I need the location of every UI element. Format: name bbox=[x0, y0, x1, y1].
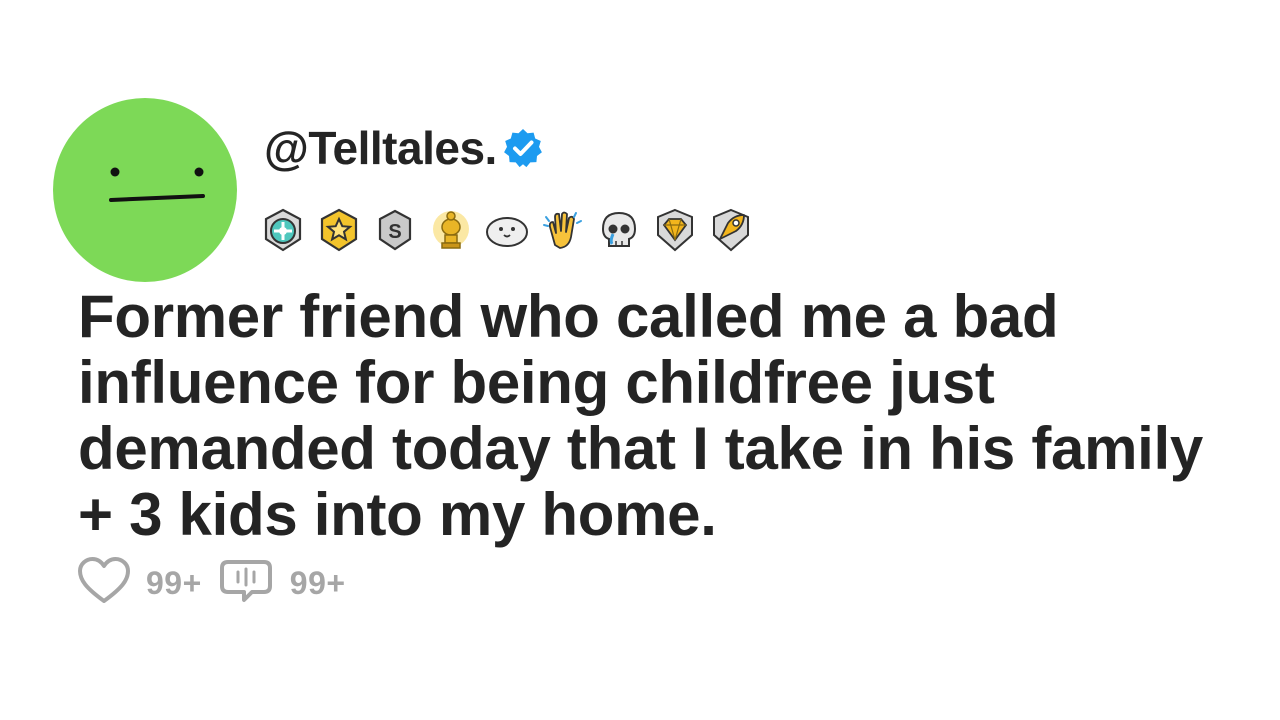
post-title[interactable]: Former friend who called me a bad influe… bbox=[78, 284, 1218, 548]
username[interactable]: @Telltales. bbox=[264, 125, 497, 171]
like-count: 99+ bbox=[146, 564, 202, 601]
gold-trophy-award-icon[interactable] bbox=[426, 205, 476, 255]
awards-row: S bbox=[258, 204, 756, 256]
avatar[interactable] bbox=[53, 98, 237, 282]
gold-diamond-award-icon[interactable] bbox=[650, 205, 700, 255]
silver-award-icon[interactable]: S bbox=[370, 205, 420, 255]
crying-skull-award-icon[interactable] bbox=[594, 205, 644, 255]
heart-icon[interactable] bbox=[76, 556, 132, 611]
comment-count: 99+ bbox=[289, 564, 346, 601]
stats-row: 99+ 99+ bbox=[76, 556, 364, 610]
helpful-award-icon[interactable] bbox=[258, 205, 308, 255]
gold-star-award-icon[interactable] bbox=[314, 205, 364, 255]
neutral-face-icon bbox=[109, 167, 205, 202]
clapping-hands-award-icon[interactable] bbox=[538, 205, 588, 255]
user-row: @Telltales. bbox=[264, 118, 545, 178]
rocket-award-icon[interactable] bbox=[706, 205, 756, 255]
verified-badge-icon bbox=[501, 126, 545, 170]
comment-icon[interactable] bbox=[219, 556, 276, 611]
post-card: @Telltales. S Former friend who called m… bbox=[0, 0, 1280, 720]
svg-text:S: S bbox=[388, 221, 401, 243]
seal-award-icon[interactable] bbox=[482, 205, 532, 255]
